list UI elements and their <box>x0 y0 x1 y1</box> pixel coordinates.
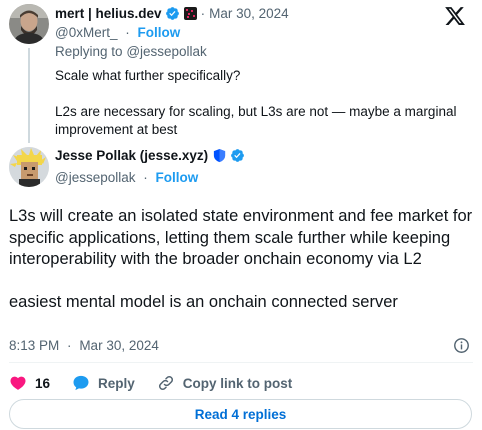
main-timestamp[interactable]: 8:13 PM · Mar 30, 2024 <box>9 338 159 353</box>
read-replies-button[interactable]: Read 4 replies <box>9 399 472 429</box>
reply-button[interactable]: Reply <box>72 374 135 392</box>
base-shield-icon[interactable] <box>212 148 227 163</box>
x-logo-icon[interactable] <box>444 5 466 27</box>
thread-connector-line <box>28 48 30 143</box>
like-button[interactable]: 16 <box>9 374 50 392</box>
parent-author-row: mert | helius.dev · Mar 30, 2024 <box>55 6 289 21</box>
main-handle[interactable]: @jessepollak <box>55 170 136 185</box>
reply-bubble-icon <box>73 375 89 391</box>
main-author-avatar[interactable] <box>9 147 49 187</box>
main-tweet-paragraph-1: L3s will create an isolated state enviro… <box>9 207 473 268</box>
tweet-actions-bar: 16 Reply Copy link to post <box>9 374 314 392</box>
parent-follow-button[interactable]: Follow <box>138 25 181 40</box>
info-icon[interactable] <box>453 337 470 354</box>
link-icon <box>158 375 173 391</box>
like-count: 16 <box>35 375 51 391</box>
main-tweet-text: L3s will create an isolated state enviro… <box>9 206 474 313</box>
heart-icon <box>10 376 26 390</box>
parent-date[interactable]: Mar 30, 2024 <box>209 6 289 21</box>
parent-handle[interactable]: @0xMert_ <box>55 25 117 40</box>
parent-tweet-text-line1: Scale what further specifically? <box>55 68 241 83</box>
replying-to-line: Replying to @jessepollak <box>55 44 207 59</box>
main-time[interactable]: 8:13 PM <box>9 338 59 353</box>
separator-dot: · <box>67 338 72 353</box>
verified-badge-icon[interactable] <box>165 6 180 21</box>
parent-handle-row: @0xMert_ · Follow <box>55 25 180 40</box>
org-badge-icon[interactable] <box>183 7 197 20</box>
main-author-name[interactable]: Jesse Pollak (jesse.xyz) <box>55 148 208 163</box>
copy-link-label: Copy link to post <box>182 375 293 391</box>
main-handle-row: @jessepollak · Follow <box>55 170 198 185</box>
actions-divider <box>9 362 473 363</box>
separator-dot: · <box>200 6 206 21</box>
separator-dot: · <box>125 25 130 40</box>
main-date[interactable]: Mar 30, 2024 <box>79 338 159 353</box>
parent-tweet-text-line2: L2s are necessary for scaling, but L3s a… <box>55 104 457 137</box>
verified-badge-icon[interactable] <box>230 148 245 163</box>
copy-link-button[interactable]: Copy link to post <box>157 374 293 392</box>
main-follow-button[interactable]: Follow <box>156 170 199 185</box>
parent-author-avatar[interactable] <box>9 4 49 44</box>
separator-dot: · <box>143 170 148 185</box>
main-author-row: Jesse Pollak (jesse.xyz) <box>55 148 245 163</box>
replying-to-handle[interactable]: @jessepollak <box>126 44 207 59</box>
replying-to-prefix: Replying to <box>55 44 123 59</box>
parent-author-name[interactable]: mert | helius.dev <box>55 6 162 21</box>
main-tweet-paragraph-2: easiest mental model is an onchain conne… <box>9 292 398 311</box>
reply-label: Reply <box>98 375 135 391</box>
